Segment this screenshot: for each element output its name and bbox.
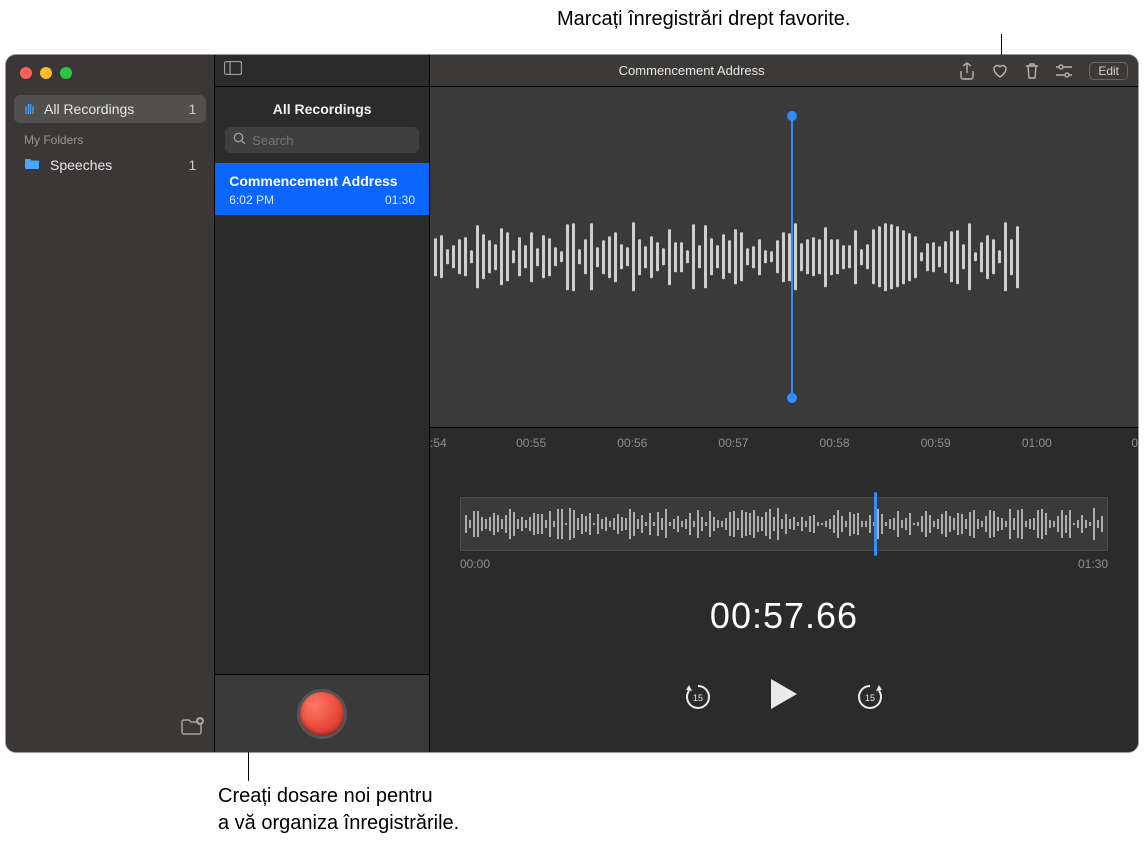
- overview-end-time: 01:30: [1078, 557, 1108, 571]
- sidebar-item-all-recordings[interactable]: ıllı All Recordings 1: [14, 95, 206, 123]
- ruler-tick: 00:56: [617, 436, 647, 450]
- sidebar-item-count: 1: [188, 101, 196, 117]
- ruler-tick: 00:55: [516, 436, 546, 450]
- overview-labels: 00:00 01:30: [460, 557, 1108, 571]
- svg-text:15: 15: [865, 693, 875, 703]
- settings-button[interactable]: [1055, 64, 1073, 78]
- edit-button[interactable]: Edit: [1089, 62, 1128, 80]
- timecode-display: 00:57.66: [430, 595, 1138, 637]
- recording-duration: 01:30: [385, 193, 415, 207]
- editor-title: Commencement Address: [440, 63, 943, 78]
- search-input[interactable]: [252, 133, 411, 148]
- close-window-button[interactable]: [20, 67, 32, 79]
- list-title: All Recordings: [215, 87, 429, 127]
- sidebar-section-header: My Folders: [14, 123, 206, 151]
- editor-pane: Commencement Address Edit :54 00:55 00:56 0…: [430, 55, 1138, 752]
- ruler-tick: :54: [430, 436, 447, 450]
- fullscreen-window-button[interactable]: [60, 67, 72, 79]
- ruler-tick: 00:58: [820, 436, 850, 450]
- skip-forward-button[interactable]: 15: [855, 682, 885, 712]
- share-button[interactable]: [959, 62, 975, 80]
- playhead[interactable]: [791, 117, 793, 397]
- waveform-overview[interactable]: [460, 497, 1108, 551]
- annotation-favorite: Marcați înregistrări drept favorite.: [557, 6, 850, 33]
- window-controls: [6, 55, 214, 87]
- play-button[interactable]: [769, 677, 799, 716]
- minimize-window-button[interactable]: [40, 67, 52, 79]
- waveform-icon: ıllı: [24, 101, 34, 117]
- svg-text:15: 15: [693, 693, 703, 703]
- app-window: ıllı All Recordings 1 My Folders Speeche…: [6, 55, 1138, 752]
- playhead-handle-top[interactable]: [787, 111, 797, 121]
- delete-button[interactable]: [1025, 63, 1039, 79]
- recording-time: 6:02 PM: [229, 193, 274, 207]
- annotation-newfolder: Creați dosare noi pentru a vă organiza î…: [218, 783, 459, 837]
- overview-start-time: 00:00: [460, 557, 490, 571]
- favorite-button[interactable]: [991, 63, 1009, 79]
- recording-meta: 6:02 PM 01:30: [229, 193, 415, 207]
- overview-playhead[interactable]: [874, 492, 877, 556]
- overview-section: 00:00 01:30: [430, 457, 1138, 571]
- record-button[interactable]: [300, 692, 344, 736]
- sidebar-item-label: All Recordings: [44, 101, 134, 117]
- ruler-tick: 00:57: [718, 436, 748, 450]
- sidebar-item-count: 1: [188, 157, 196, 173]
- ruler-tick: 00:59: [921, 436, 951, 450]
- new-folder-button[interactable]: [180, 717, 204, 742]
- recording-item[interactable]: Commencement Address 6:02 PM 01:30: [215, 163, 429, 215]
- sidebar-item-label: Speeches: [50, 157, 112, 173]
- time-ruler: :54 00:55 00:56 00:57 00:58 00:59 01:00 0: [430, 427, 1138, 457]
- toolbar: Commencement Address Edit: [430, 55, 1138, 87]
- annotation-text: a vă organiza înregistrările.: [218, 810, 459, 837]
- playback-controls: 15 15: [430, 677, 1138, 716]
- list-header-bar: [215, 55, 429, 87]
- sidebar: ıllı All Recordings 1 My Folders Speeche…: [6, 55, 215, 752]
- toggle-sidebar-button[interactable]: [215, 61, 251, 80]
- folder-list: ıllı All Recordings 1 My Folders Speeche…: [6, 87, 214, 711]
- recordings-column: All Recordings Commencement Address 6:02…: [215, 55, 430, 752]
- sidebar-footer: [6, 711, 214, 752]
- search-icon: [233, 132, 246, 148]
- skip-back-button[interactable]: 15: [683, 682, 713, 712]
- ruler-tick: 01:00: [1022, 436, 1052, 450]
- ruler-tick: 0: [1131, 436, 1138, 450]
- playhead-handle-bottom[interactable]: [787, 393, 797, 403]
- waveform-main[interactable]: [430, 87, 1138, 427]
- list-footer: [215, 674, 429, 752]
- recording-name: Commencement Address: [229, 173, 415, 189]
- sidebar-item-folder[interactable]: Speeches 1: [14, 151, 206, 179]
- folder-icon: [24, 157, 40, 173]
- annotation-text: Creați dosare noi pentru: [218, 783, 459, 810]
- search-field[interactable]: [225, 127, 419, 153]
